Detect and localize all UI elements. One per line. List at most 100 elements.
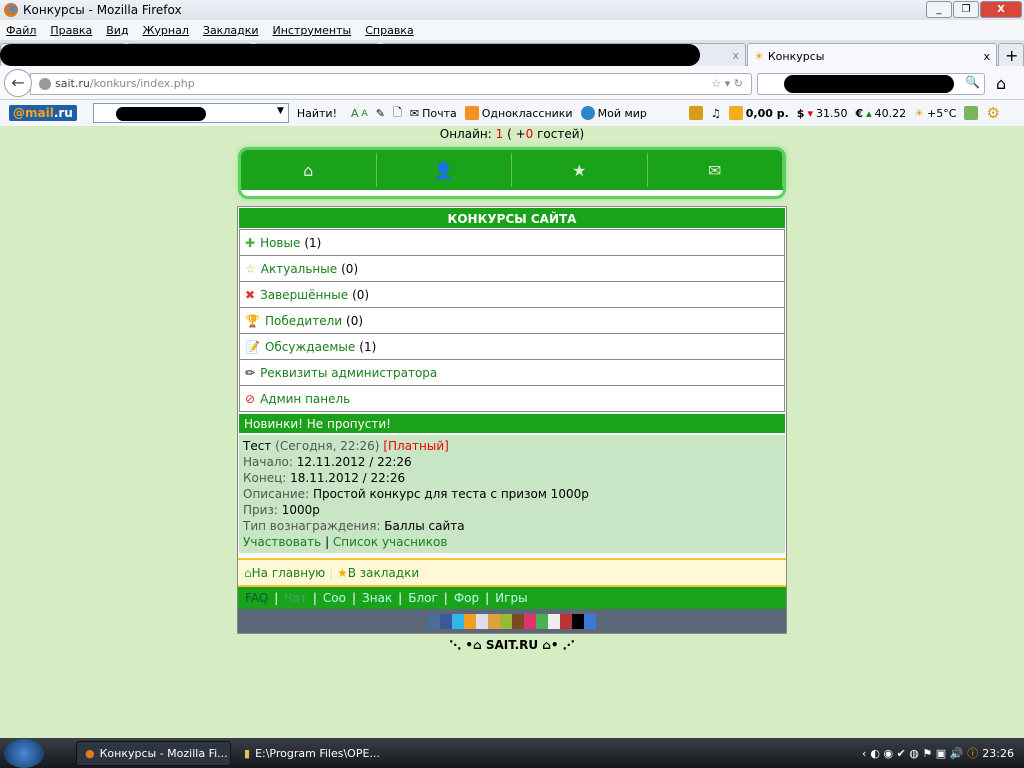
home-link[interactable]: На главную bbox=[252, 566, 326, 580]
nav-profile[interactable]: 👤 bbox=[377, 153, 512, 187]
tray-icons[interactable]: ◐ ◉ ✔ ◍ ⚑ ▣ 🔊 bbox=[870, 747, 963, 760]
panel-title: КОНКУРСЫ САЙТА bbox=[238, 207, 786, 229]
new-tab-button[interactable]: + bbox=[998, 43, 1024, 66]
home-icon[interactable]: ⌂ bbox=[996, 74, 1006, 93]
menu-bookmarks[interactable]: Закладки bbox=[203, 24, 259, 37]
yandex-icon[interactable] bbox=[548, 613, 560, 629]
title-bar: Конкурсы - Mozilla Firefox _ ❐ X bbox=[0, 0, 1024, 20]
window-title: Конкурсы - Mozilla Firefox bbox=[23, 3, 182, 17]
forum-link[interactable]: Фор bbox=[454, 591, 479, 605]
folder-icon: ▮ bbox=[244, 747, 251, 760]
google-icon[interactable] bbox=[536, 613, 548, 629]
map-icon[interactable] bbox=[964, 106, 979, 120]
ok-link[interactable]: Одноклассники bbox=[464, 106, 573, 120]
link[interactable]: Победители bbox=[265, 314, 342, 328]
menu-help[interactable]: Справка bbox=[365, 24, 413, 37]
share-icon[interactable] bbox=[584, 613, 596, 629]
menu-tools[interactable]: Инструменты bbox=[273, 24, 352, 37]
list-item-new[interactable]: ✚ Новые (1) bbox=[239, 229, 785, 256]
menu-view[interactable]: Вид bbox=[106, 24, 128, 37]
livejournal-icon[interactable] bbox=[476, 613, 488, 629]
star-reload-icons[interactable]: ☆ ▾ ↻ bbox=[711, 74, 743, 94]
at-icon[interactable] bbox=[688, 106, 703, 120]
chat-link[interactable]: Чат bbox=[284, 591, 307, 605]
taskbar-item-explorer[interactable]: ▮ E:\Program Files\OPE... bbox=[236, 741, 386, 766]
back-button[interactable]: ← bbox=[4, 69, 32, 97]
tab-close-icon[interactable]: x bbox=[732, 49, 739, 62]
share-icons bbox=[238, 609, 786, 633]
facebook-icon[interactable] bbox=[440, 613, 452, 629]
faq-link[interactable]: FAQ bbox=[245, 591, 268, 605]
doc-search-icon[interactable]: 🗋 bbox=[393, 104, 402, 123]
font-icon[interactable]: AA bbox=[351, 107, 368, 120]
list-item-admin-panel[interactable]: ⊘ Админ панель bbox=[239, 385, 785, 412]
join-link[interactable]: Участвовать bbox=[243, 535, 321, 549]
list-item-admin-details[interactable]: ✏ Реквизиты администратора bbox=[239, 359, 785, 386]
person-icon bbox=[580, 106, 595, 120]
games-link[interactable]: Игры bbox=[495, 591, 527, 605]
restore-button[interactable]: ❐ bbox=[953, 1, 979, 18]
blog-link[interactable]: Блог bbox=[408, 591, 438, 605]
pen-icon[interactable]: ✎ bbox=[376, 107, 385, 120]
znak-link[interactable]: Знак bbox=[362, 591, 392, 605]
mailru-logo[interactable]: @mail.ru bbox=[9, 105, 77, 121]
community-link[interactable]: Соо bbox=[323, 591, 346, 605]
site-brand[interactable]: ⋱ •⌂ SAIT.RU ⌂• ⋰ bbox=[0, 638, 1024, 652]
pencil-icon: ✏ bbox=[245, 365, 256, 380]
notepad-icon: 📝 bbox=[245, 339, 260, 354]
balance[interactable]: 0,00 р. bbox=[728, 106, 789, 120]
nav-favorites[interactable]: ★ bbox=[512, 153, 648, 187]
beaver-icon[interactable] bbox=[512, 613, 524, 629]
info-icon[interactable]: ⓘ bbox=[967, 745, 978, 761]
clock[interactable]: 23:26 bbox=[982, 747, 1014, 760]
mailru-icon[interactable] bbox=[464, 613, 476, 629]
usd-rate[interactable]: $ ▾ 31.50 bbox=[797, 107, 848, 120]
description: Простой конкурс для теста с призом 1000р bbox=[312, 487, 589, 501]
reward-type: Баллы сайта bbox=[384, 519, 465, 533]
link[interactable]: Новые bbox=[260, 236, 300, 250]
participants-link[interactable]: Список учасников bbox=[333, 535, 447, 549]
twitter-icon[interactable] bbox=[452, 613, 464, 629]
list-item-winners[interactable]: 🏆 Победители (0) bbox=[239, 307, 785, 334]
star-share-icon[interactable] bbox=[524, 613, 536, 629]
label: Начало: bbox=[243, 455, 293, 469]
menu-file[interactable]: Файл bbox=[6, 24, 36, 37]
mailru-search-input[interactable]: ▼ bbox=[92, 103, 289, 123]
friends-icon[interactable] bbox=[500, 613, 512, 629]
moimir-link[interactable]: Мой мир bbox=[580, 106, 647, 120]
share-icon[interactable] bbox=[560, 613, 572, 629]
search-input[interactable]: 🔍 bbox=[757, 73, 985, 95]
share-icon[interactable] bbox=[572, 613, 584, 629]
link[interactable]: Обсуждаемые bbox=[265, 340, 355, 354]
mail-link[interactable]: ✉ Почта bbox=[410, 107, 457, 120]
bookmarks-link[interactable]: В закладки bbox=[348, 566, 419, 580]
close-button[interactable]: X bbox=[980, 1, 1022, 18]
chevron-left-icon[interactable]: ‹ bbox=[862, 747, 866, 760]
nav-mail[interactable]: ✉ bbox=[648, 153, 783, 187]
link[interactable]: Админ панель bbox=[260, 392, 350, 406]
list-item-finished[interactable]: ✖ Завершённые (0) bbox=[239, 281, 785, 308]
minimize-button[interactable]: _ bbox=[926, 1, 952, 18]
menu-history[interactable]: Журнал bbox=[143, 24, 189, 37]
url-bar[interactable]: sait.ru/konkurs/index.php ☆ ▾ ↻ bbox=[30, 73, 752, 95]
link[interactable]: Актуальные bbox=[261, 262, 337, 276]
list-item-discussed[interactable]: 📝 Обсуждаемые (1) bbox=[239, 333, 785, 360]
vk-icon[interactable] bbox=[428, 613, 440, 629]
start-button[interactable] bbox=[4, 739, 44, 768]
taskbar-item-firefox[interactable]: ● Конкурсы - Mozilla Fi... bbox=[76, 741, 231, 766]
find-button[interactable]: Найти! bbox=[297, 107, 337, 120]
menu-edit[interactable]: Правка bbox=[50, 24, 92, 37]
envelope-icon: ✉ bbox=[409, 106, 420, 120]
eur-rate[interactable]: € ▴ 40.22 bbox=[855, 107, 906, 120]
weather[interactable]: ☀ +5°C bbox=[914, 107, 956, 120]
music-icon[interactable]: ♫ bbox=[711, 107, 721, 120]
link[interactable]: Реквизиты администратора bbox=[260, 366, 437, 380]
odnoklassniki-icon[interactable] bbox=[488, 613, 500, 629]
gear-icon[interactable]: ⚙ bbox=[986, 104, 999, 122]
search-icon[interactable]: 🔍 bbox=[965, 75, 980, 89]
nav-home[interactable]: ⌂ bbox=[241, 153, 377, 187]
tab-close-icon[interactable]: x bbox=[983, 50, 990, 63]
list-item-actual[interactable]: ☆ Актуальные (0) bbox=[239, 255, 785, 282]
link[interactable]: Завершённые bbox=[260, 288, 348, 302]
contests-panel: КОНКУРСЫ САЙТА ✚ Новые (1) ☆ Актуальные (0) … bbox=[237, 206, 787, 634]
